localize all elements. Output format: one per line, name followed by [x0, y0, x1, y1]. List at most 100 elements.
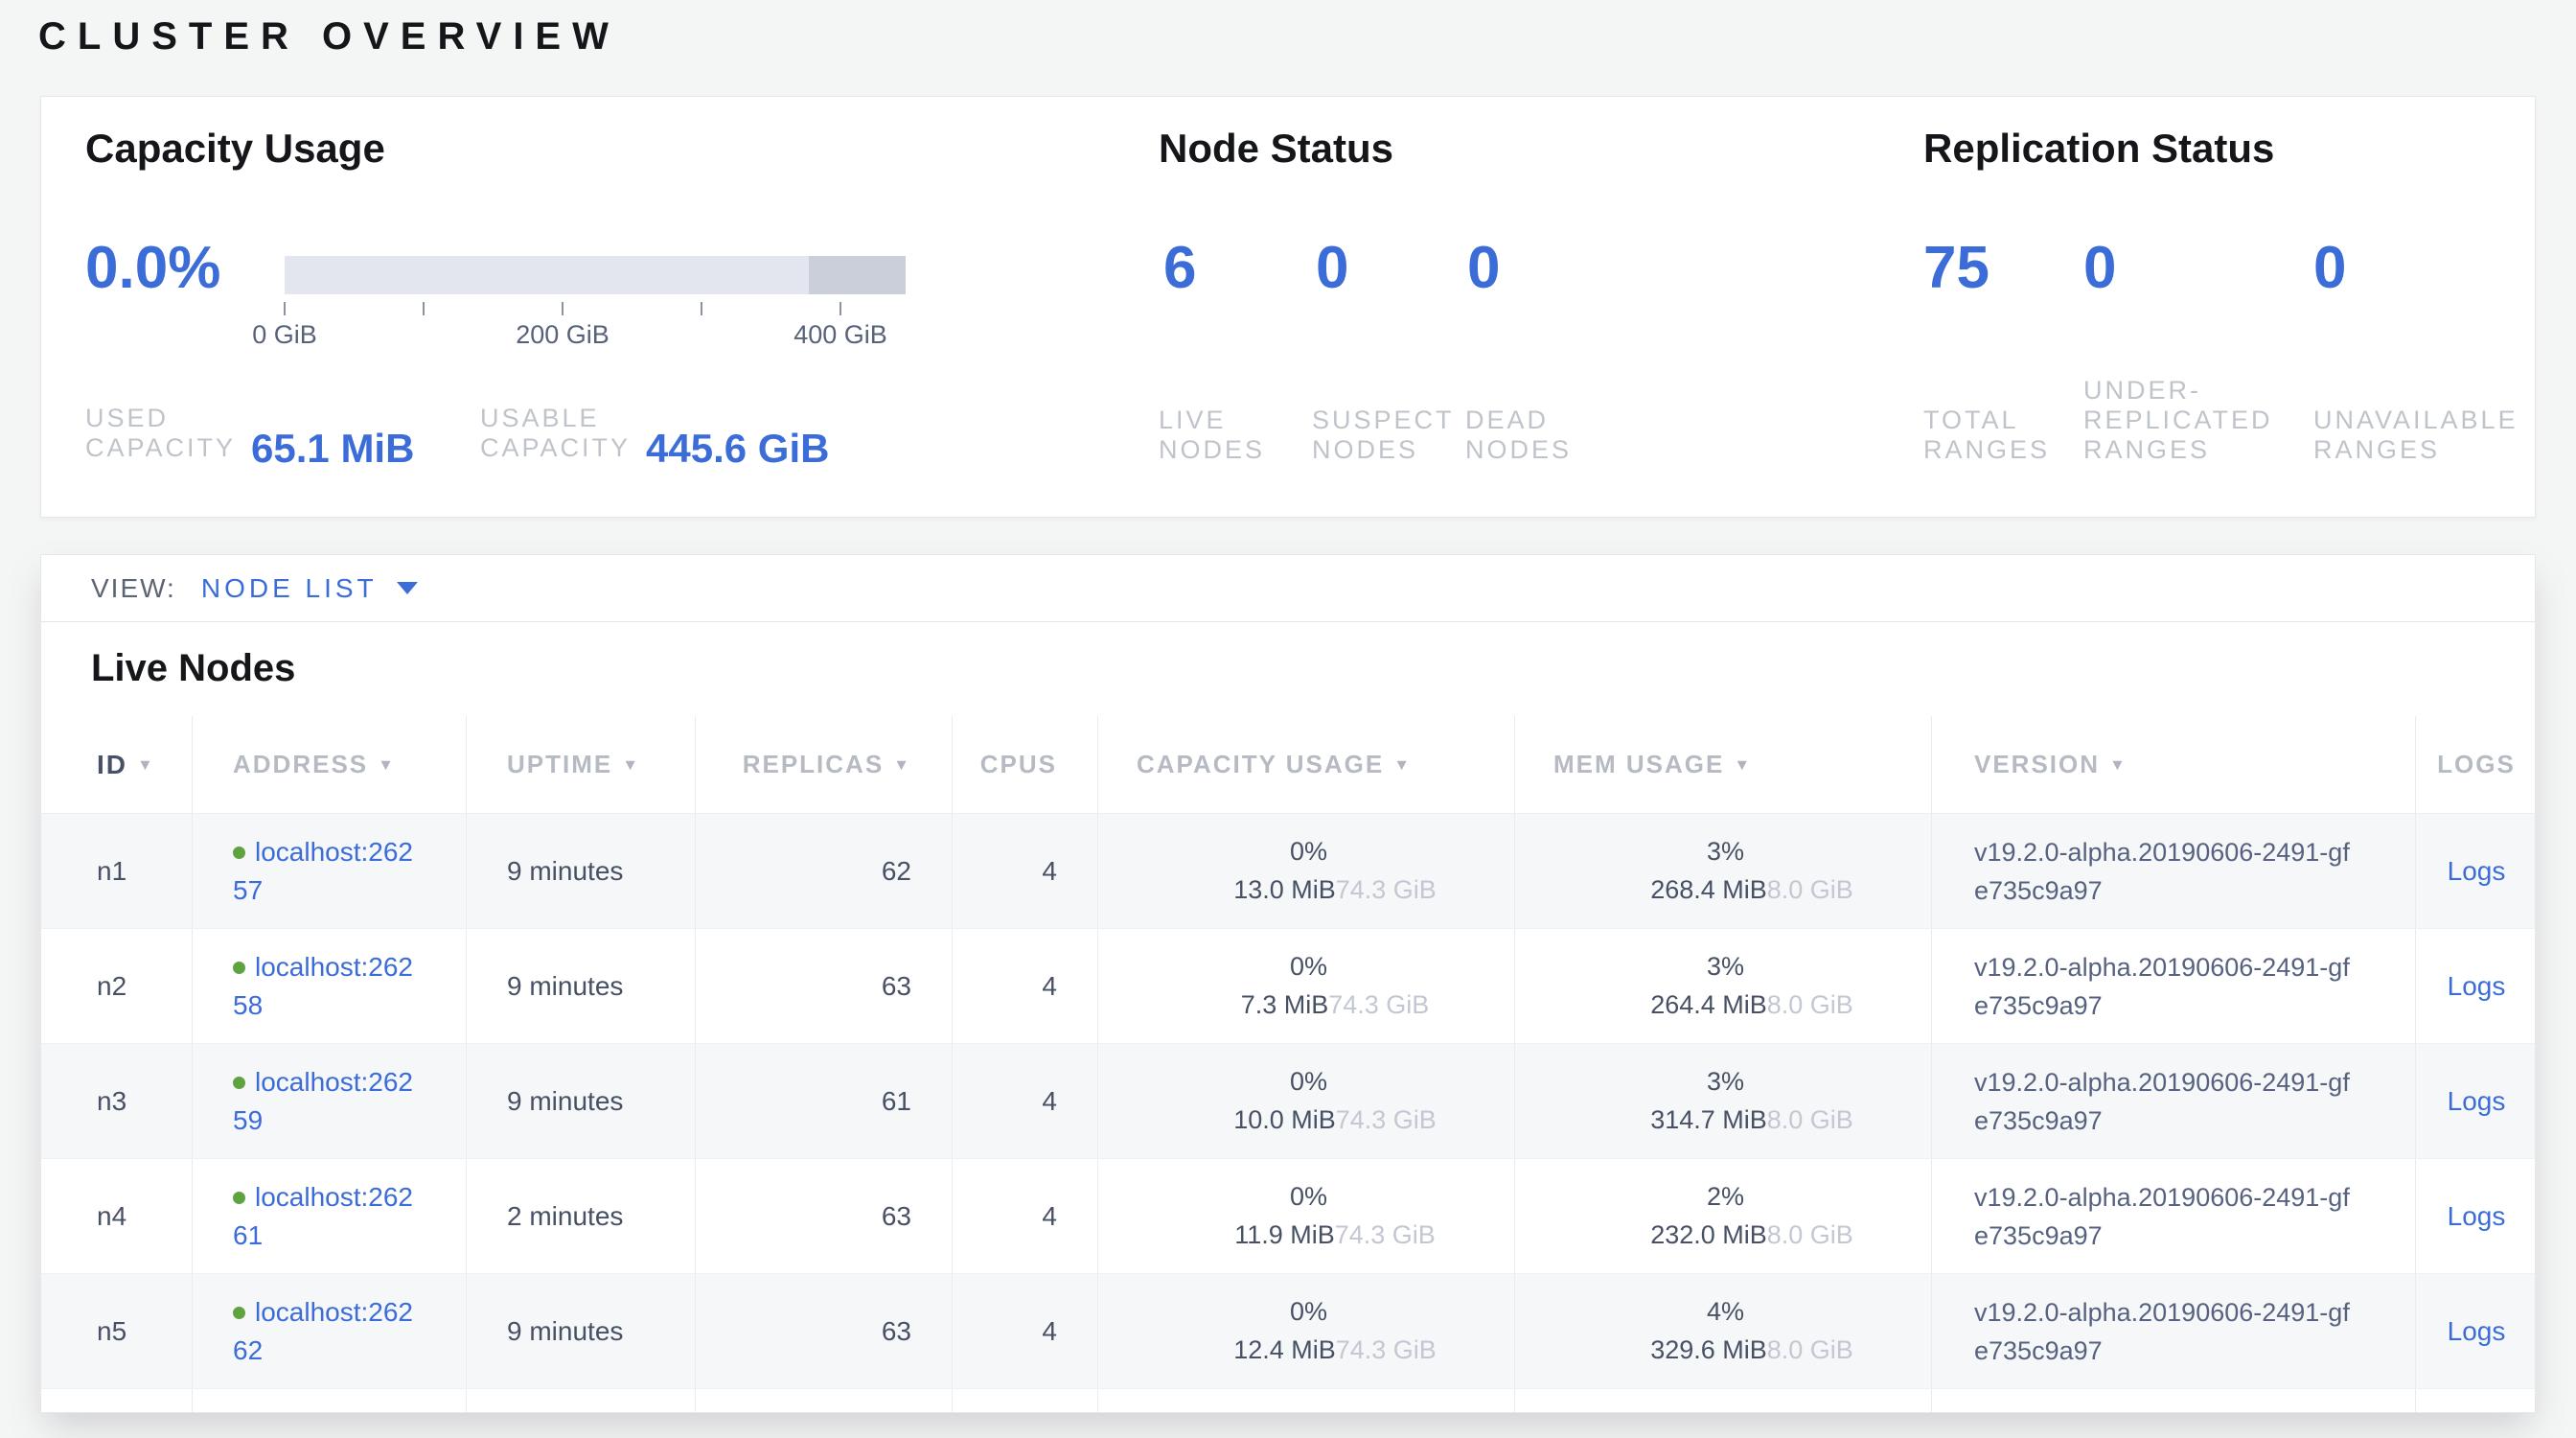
- dead-nodes-label: DEAD NODES: [1465, 373, 1572, 465]
- node-status-section: Node Status 6 0 0 LIVE NODES SUSPECT NOD…: [1159, 126, 1695, 172]
- sort-arrow-icon: ▼: [137, 755, 155, 774]
- mem-usage-cell: 3% 314.7 MiB8.0 GiB: [1515, 1044, 1932, 1158]
- column-header-address[interactable]: ADDRESS▼: [193, 716, 467, 813]
- node-address-cell: localhost:26258: [193, 929, 467, 1043]
- logs-link[interactable]: Logs: [2448, 1201, 2506, 1232]
- cluster-summary-card: Capacity Usage 0.0% 0 GiB 200 GiB 400 Gi…: [40, 96, 2536, 518]
- sort-arrow-icon: ▼: [1393, 755, 1412, 774]
- used-capacity-value: 65.1 MiB: [251, 432, 414, 465]
- logs-cell: Logs: [2416, 929, 2536, 1043]
- node-id: n4: [41, 1159, 193, 1273]
- axis-label: 200 GiB: [516, 320, 610, 350]
- sort-arrow-icon: ▼: [622, 755, 640, 774]
- capacity-summary-bar: 0 GiB 200 GiB 400 GiB: [285, 256, 906, 351]
- node-version: v19.2.0-alpha.20190606-2491-gfe735c9a97: [1932, 929, 2416, 1043]
- capacity-axis-ticks: [285, 302, 840, 315]
- unavailable-ranges-label: UNAVAILABLE RANGES: [2313, 373, 2518, 465]
- node-address-link[interactable]: localhost:26258: [233, 948, 421, 1025]
- logs-link[interactable]: Logs: [2448, 1316, 2506, 1347]
- usable-capacity-value: 445.6 GiB: [646, 432, 829, 465]
- logs-cell: Logs: [2416, 1044, 2536, 1158]
- used-capacity-label: USED: [85, 404, 236, 433]
- dead-nodes-count: 0: [1467, 239, 1500, 298]
- node-address-cell: localhost:26262: [193, 1274, 467, 1388]
- logs-link[interactable]: Logs: [2448, 856, 2506, 887]
- axis-label: 0 GiB: [252, 320, 317, 350]
- live-nodes-heading: Live Nodes: [41, 622, 2535, 716]
- node-version: v19.2.0-alpha.20190606-2491-gfe735c9a97: [1932, 1274, 2416, 1388]
- column-header-uptime[interactable]: UPTIME▼: [467, 716, 696, 813]
- node-address-cell: localhost:26257: [193, 814, 467, 928]
- capacity-usage-section: Capacity Usage 0.0% 0 GiB 200 GiB 400 Gi…: [85, 126, 1111, 172]
- mem-usage-cell: 3% 268.4 MiB8.0 GiB: [1515, 814, 1932, 928]
- sort-arrow-icon: ▼: [893, 755, 911, 774]
- chevron-down-icon: [397, 582, 418, 594]
- axis-tick: [840, 302, 841, 315]
- node-version: v19.2.0-alpha.20190606-2491-gfe735c9a97: [1932, 814, 2416, 928]
- column-header-version[interactable]: VERSION▼: [1932, 716, 2416, 813]
- capacity-bar-nonusable-segment: [809, 256, 906, 294]
- capacity-usage-cell: 0% 10.0 MiB74.3 GiB: [1098, 1044, 1515, 1158]
- used-capacity-stat: USED CAPACITY 65.1 MiB: [85, 404, 414, 463]
- table-row: n1 localhost:26257 9 minutes 62 4 0% 13.…: [41, 814, 2535, 929]
- node-id: n1: [41, 814, 193, 928]
- node-address-link[interactable]: localhost:26257: [233, 833, 421, 910]
- live-nodes-count: 6: [1163, 239, 1196, 298]
- node-address-cell: localhost:26261: [193, 1159, 467, 1273]
- capacity-stats: USED CAPACITY 65.1 MiB USABLE CAPACITY 4…: [85, 371, 1044, 463]
- node-uptime: 9 minutes: [467, 1044, 696, 1158]
- node-uptime: 2 minutes: [467, 1159, 696, 1273]
- node-cpus: 4: [953, 1159, 1098, 1273]
- node-uptime: 9 minutes: [467, 1274, 696, 1388]
- view-selector-bar: VIEW: NODE LIST: [41, 555, 2535, 622]
- mem-usage-cell: 4% 329.6 MiB8.0 GiB: [1515, 1274, 1932, 1388]
- node-replicas: 63: [696, 929, 953, 1043]
- axis-tick: [423, 302, 425, 315]
- node-address-link[interactable]: localhost:26259: [233, 1063, 421, 1140]
- node-id: n5: [41, 1274, 193, 1388]
- node-live-icon: [233, 847, 245, 859]
- node-live-icon: [233, 1077, 245, 1089]
- node-id: n3: [41, 1044, 193, 1158]
- usable-capacity-stat: USABLE CAPACITY 445.6 GiB: [480, 404, 829, 463]
- mem-usage-cell: 3% 264.4 MiB8.0 GiB: [1515, 929, 1932, 1043]
- usable-capacity-label: USABLE: [480, 404, 631, 433]
- view-label: VIEW:: [91, 573, 176, 604]
- node-version: v19.2.0-alpha.20190606-2491-gfe735c9a97: [1932, 1044, 2416, 1158]
- node-address-link[interactable]: localhost:26262: [233, 1293, 421, 1370]
- logs-cell: Logs: [2416, 1274, 2536, 1388]
- node-id: n2: [41, 929, 193, 1043]
- table-row: [41, 1389, 2535, 1413]
- logs-link[interactable]: Logs: [2448, 971, 2506, 1002]
- mem-usage-cell: 2% 232.0 MiB8.0 GiB: [1515, 1159, 1932, 1273]
- node-address-link[interactable]: localhost:26261: [233, 1178, 421, 1255]
- logs-cell: Logs: [2416, 814, 2536, 928]
- logs-link[interactable]: Logs: [2448, 1086, 2506, 1117]
- node-status-title: Node Status: [1159, 126, 1695, 172]
- node-uptime: 9 minutes: [467, 814, 696, 928]
- under-replicated-ranges-label: UNDER- REPLICATED RANGES: [2083, 373, 2273, 465]
- sort-arrow-icon: ▼: [378, 755, 396, 774]
- table-row: n3 localhost:26259 9 minutes 61 4 0% 10.…: [41, 1044, 2535, 1159]
- node-replicas: 62: [696, 814, 953, 928]
- replication-status-section: Replication Status 75 0 0 TOTAL RANGES U…: [1923, 126, 2537, 172]
- column-header-replicas[interactable]: REPLICAS▼: [696, 716, 953, 813]
- live-nodes-label: LIVE NODES: [1159, 373, 1265, 465]
- capacity-usage-cell: 0% 13.0 MiB74.3 GiB: [1098, 814, 1515, 928]
- axis-tick: [562, 302, 564, 315]
- replication-status-title: Replication Status: [1923, 126, 2537, 172]
- node-cpus: 4: [953, 1044, 1098, 1158]
- used-capacity-label: CAPACITY: [85, 433, 236, 463]
- column-header-cpus: CPUS: [953, 716, 1098, 813]
- column-header-capacity-usage[interactable]: CAPACITY USAGE▼: [1098, 716, 1515, 813]
- column-header-mem-usage[interactable]: MEM USAGE▼: [1515, 716, 1932, 813]
- total-ranges-count: 75: [1923, 239, 1990, 298]
- column-header-id[interactable]: ID▼: [41, 716, 193, 813]
- node-replicas: 63: [696, 1274, 953, 1388]
- suspect-nodes-count: 0: [1316, 239, 1348, 298]
- total-ranges-label: TOTAL RANGES: [1923, 373, 2050, 465]
- view-dropdown[interactable]: NODE LIST: [201, 573, 418, 604]
- node-uptime: 9 minutes: [467, 929, 696, 1043]
- node-live-icon: [233, 1192, 245, 1204]
- axis-tick: [701, 302, 702, 315]
